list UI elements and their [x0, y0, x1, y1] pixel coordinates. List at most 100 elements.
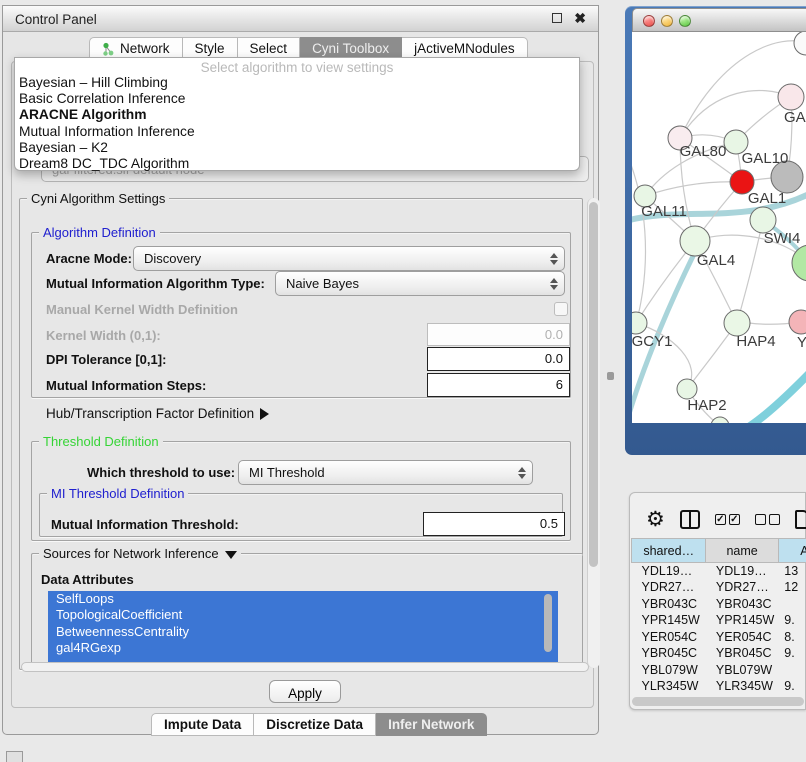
- column-header-shared…[interactable]: shared…: [632, 539, 706, 563]
- data-attributes-list[interactable]: SelfLoopsTopologicalCoefficientBetweenne…: [48, 591, 558, 663]
- hub-definition-section[interactable]: Hub/Transcription Factor Definition: [46, 406, 269, 421]
- aracne-mode-combobox[interactable]: Discovery: [133, 246, 565, 271]
- table-cell: YPR145W: [632, 612, 706, 629]
- kernel-width-label: Kernel Width (0,1):: [46, 328, 161, 343]
- node-table[interactable]: shared…nameA YDL19…YDL19…13YDR27…YDR27…1…: [631, 538, 806, 696]
- attribute-list-item[interactable]: gal4RGexp: [48, 640, 558, 656]
- algorithm-option[interactable]: Basic Correlation Inference: [15, 91, 579, 107]
- manual-kernel-width-checkbox[interactable]: [554, 302, 568, 316]
- table-cell: 9.: [778, 645, 806, 662]
- column-header-A[interactable]: A: [778, 539, 806, 563]
- panel-splitter-handle[interactable]: [607, 372, 614, 380]
- algorithm-option[interactable]: Bayesian – Hill Climbing: [15, 75, 579, 91]
- attribute-list-item[interactable]: SelfLoops: [48, 591, 558, 607]
- table-row[interactable]: YER054CYER054C8.: [632, 629, 806, 646]
- column-header-name[interactable]: name: [706, 539, 778, 563]
- mi-algorithm-type-value: Naive Bayes: [286, 276, 359, 291]
- algorithm-option[interactable]: Mutual Information Inference: [15, 124, 579, 140]
- which-threshold-combobox[interactable]: MI Threshold: [238, 460, 533, 485]
- network-node[interactable]: [711, 417, 729, 423]
- kernel-width-field[interactable]: 0.0: [427, 323, 570, 346]
- node-label: GAL1: [748, 190, 786, 207]
- table-panel-header: Table Panel: [625, 458, 806, 490]
- split-columns-icon[interactable]: [680, 510, 700, 529]
- table-row[interactable]: YDR27…YDR27…12: [632, 579, 806, 596]
- attribute-list-item[interactable]: TopologicalCoefficient: [48, 607, 558, 623]
- tab-label: Cyni Toolbox: [312, 41, 389, 56]
- aracne-mode-value: Discovery: [144, 251, 201, 266]
- bottom-tab-impute-data[interactable]: Impute Data: [151, 713, 254, 736]
- settings-scrollbar-thumb[interactable]: [589, 202, 598, 567]
- mi-algorithm-type-label: Mutual Information Algorithm Type:: [46, 276, 265, 291]
- table-row[interactable]: YBL079WYBL079W: [632, 662, 806, 679]
- network-canvas[interactable]: GAL2GAL80GAL10GAL1GAL11SWI4GAL4GCY1HAP4Y…: [632, 32, 806, 423]
- table-horizontal-scrollbar[interactable]: [632, 697, 804, 706]
- checked-boxes-icon[interactable]: ✓✓: [715, 514, 740, 525]
- table-row[interactable]: YDL19…YDL19…13: [632, 563, 806, 580]
- table-cell: YBR043C: [706, 596, 778, 613]
- table-cell: 9.: [778, 678, 806, 695]
- restore-panel-button[interactable]: [6, 751, 23, 762]
- table-cell: YER054C: [632, 629, 706, 646]
- network-node-y[interactable]: [789, 310, 806, 334]
- bottom-tab-discretize-data[interactable]: Discretize Data: [254, 713, 376, 736]
- node-label: SWI4: [764, 230, 801, 247]
- mi-algorithm-type-combobox[interactable]: Naive Bayes: [275, 271, 565, 296]
- collapsed-arrow-icon[interactable]: [260, 408, 269, 420]
- apply-button[interactable]: Apply: [269, 680, 341, 703]
- close-light[interactable]: [643, 15, 655, 27]
- table-cell: YBR043C: [632, 596, 706, 613]
- control-panel-titlebar[interactable]: Control Panel ✖: [3, 6, 598, 32]
- node-label: HAP2: [687, 397, 726, 414]
- bottom-tab-infer-network[interactable]: Infer Network: [376, 713, 487, 736]
- table-row[interactable]: YBR043CYBR043C: [632, 596, 806, 613]
- sources-title: Sources for Network Inference: [39, 546, 241, 561]
- stepper-icon: [550, 278, 558, 290]
- network-node[interactable]: [792, 245, 806, 281]
- minimize-light[interactable]: [661, 15, 673, 27]
- unchecked-boxes-icon[interactable]: [755, 514, 780, 525]
- algorithm-option[interactable]: Dream8 DC_TDC Algorithm: [15, 156, 579, 172]
- network-node-hap2[interactable]: [677, 379, 697, 399]
- table-cell: YDR27…: [632, 579, 706, 596]
- attribute-list-item[interactable]: BetweennessCentrality: [48, 624, 558, 640]
- mi-threshold-field[interactable]: 0.5: [423, 512, 565, 536]
- table-cell: YPR145W: [706, 612, 778, 629]
- mi-threshold-definition-title: MI Threshold Definition: [47, 486, 188, 501]
- table-row[interactable]: YPR145WYPR145W9.: [632, 612, 806, 629]
- attributes-horizontal-scrollbar[interactable]: [21, 662, 589, 672]
- float-window-icon[interactable]: [552, 13, 562, 23]
- tab-label: Select: [250, 41, 288, 56]
- document-icon[interactable]: [795, 510, 806, 529]
- dpi-tolerance-field[interactable]: 0.0: [427, 347, 570, 371]
- zoom-light[interactable]: [679, 15, 691, 27]
- expanded-arrow-icon[interactable]: [225, 551, 237, 559]
- node-label: GAL10: [742, 150, 789, 167]
- table-row[interactable]: YBR045CYBR045C9.: [632, 645, 806, 662]
- table-cell: YDL19…: [706, 563, 778, 580]
- node-label: GAL80: [680, 143, 727, 160]
- tab-label: jActiveMNodules: [414, 41, 515, 56]
- tab-label: Style: [195, 41, 225, 56]
- attributes-vertical-scrollbar[interactable]: [544, 594, 552, 652]
- manual-kernel-width-label: Manual Kernel Width Definition: [46, 302, 238, 317]
- aracne-mode-label: Aracne Mode:: [46, 251, 132, 266]
- table-cell: 12: [778, 579, 806, 596]
- network-node-gal2[interactable]: [778, 84, 804, 110]
- network-view-titlebar[interactable]: [632, 8, 806, 32]
- node-label: HAP4: [736, 333, 775, 350]
- gear-icon[interactable]: ⚙: [646, 509, 665, 530]
- table-cell: YIL052C: [632, 695, 706, 697]
- table-row[interactable]: YIL052CYIL052C9: [632, 695, 806, 697]
- algorithm-option[interactable]: ARACNE Algorithm: [15, 107, 579, 123]
- stepper-icon: [550, 253, 558, 265]
- table-cell: YDR27…: [706, 579, 778, 596]
- table-row[interactable]: YLR345WYLR345W9.: [632, 678, 806, 695]
- tab-label: Network: [120, 41, 170, 56]
- algorithm-option[interactable]: Bayesian – K2: [15, 140, 579, 156]
- close-icon[interactable]: ✖: [574, 10, 586, 27]
- table-cell: YBL079W: [632, 662, 706, 679]
- network-node[interactable]: [794, 32, 806, 55]
- mi-steps-field[interactable]: 6: [427, 373, 570, 397]
- network-node-gcy1[interactable]: [632, 312, 647, 334]
